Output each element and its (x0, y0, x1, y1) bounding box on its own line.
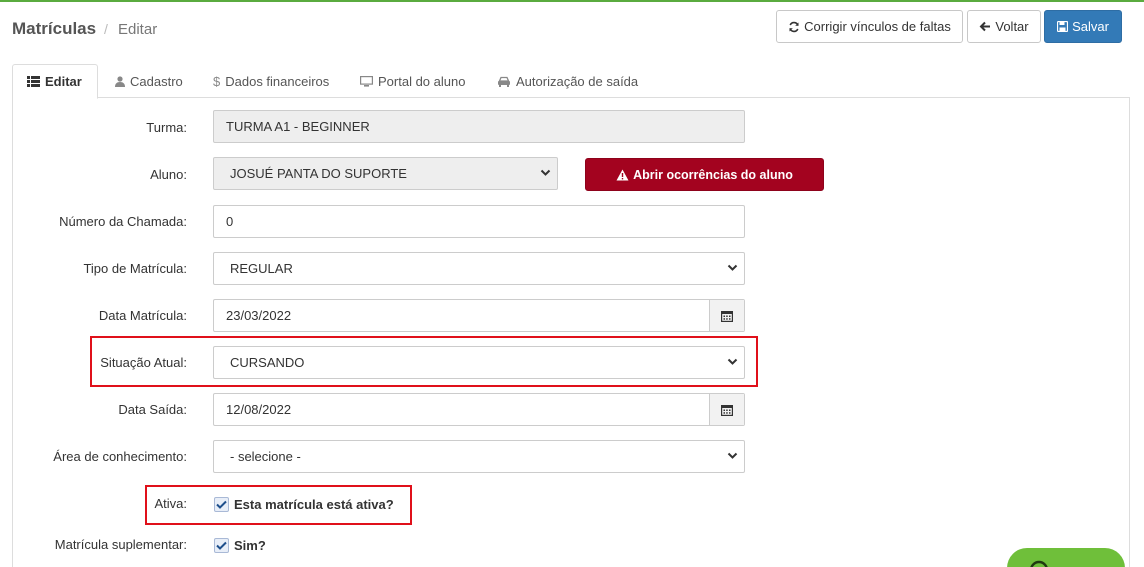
aluno-select[interactable]: JOSUÉ PANTA DO SUPORTE (213, 157, 558, 190)
tab-cadastro-label: Cadastro (130, 73, 183, 89)
chevron-down-icon (727, 264, 738, 271)
arrow-left-icon (979, 21, 991, 32)
page-header: Matrículas / Editar Corrigir vínculos de… (0, 2, 1144, 52)
chat-icon (1030, 560, 1048, 567)
back-button[interactable]: Voltar (967, 10, 1041, 43)
check-icon (216, 541, 227, 550)
tab-cadastro[interactable]: Cadastro (115, 64, 183, 98)
chevron-down-icon (727, 452, 738, 459)
calendar-icon (721, 404, 733, 416)
tab-dados-financeiros-label: Dados financeiros (225, 73, 330, 89)
suplementar-checkbox[interactable] (214, 538, 229, 553)
turma-label: Turma: (146, 120, 187, 135)
aluno-label: Aluno: (150, 167, 187, 182)
data-saida-input[interactable]: 12/08/2022 (213, 393, 745, 426)
data-matricula-input[interactable]: 23/03/2022 (213, 299, 745, 332)
tab-autorizacao-de-saida[interactable]: Autorização de saída (497, 64, 638, 98)
save-label: Salvar (1072, 19, 1109, 34)
tab-editar[interactable]: Editar (12, 64, 98, 99)
tab-dados-financeiros[interactable]: $ Dados financeiros (213, 64, 329, 98)
tipo-matricula-value: REGULAR (230, 261, 293, 276)
situacao-atual-value: CURSANDO (230, 355, 305, 370)
tab-portal-do-aluno-label: Portal do aluno (378, 73, 466, 89)
user-icon (115, 75, 125, 87)
breadcrumb-separator: / (104, 21, 108, 37)
turma-field: TURMA A1 - BEGINNER (213, 110, 745, 143)
numero-chamada-input[interactable]: 0 (213, 205, 745, 238)
aluno-value: JOSUÉ PANTA DO SUPORTE (230, 166, 407, 181)
area-conhecimento-select[interactable]: - selecione - (213, 440, 745, 473)
ativa-label: Ativa: (154, 496, 187, 511)
car-icon (498, 76, 510, 87)
tab-autorizacao-de-saida-label: Autorização de saída (516, 73, 639, 89)
breadcrumb-title[interactable]: Matrículas (12, 19, 96, 39)
tab-editar-label: Editar (45, 74, 82, 89)
suplementar-label: Matrícula suplementar: (54, 537, 187, 552)
situacao-atual-select[interactable]: CURSANDO (213, 346, 745, 379)
suplementar-checkbox-label[interactable]: Sim? (234, 538, 266, 553)
data-matricula-label: Data Matrícula: (98, 308, 187, 323)
calendar-icon (721, 310, 733, 322)
list-icon (27, 76, 40, 87)
breadcrumb-current: Editar (118, 21, 158, 38)
data-matricula-value: 23/03/2022 (226, 308, 292, 323)
ativa-checkbox-label[interactable]: Esta matrícula está ativa? (234, 497, 394, 512)
open-occurrences-button[interactable]: Abrir ocorrências do aluno (585, 158, 824, 191)
area-conhecimento-label: Área de conhecimento: (53, 449, 187, 464)
chevron-down-icon (540, 169, 551, 176)
ativa-checkbox[interactable] (214, 497, 229, 512)
tab-bar: Editar Cadastro $ Dados financeiros Port… (12, 64, 1130, 99)
chevron-down-icon (727, 358, 738, 365)
area-conhecimento-value: - selecione - (230, 449, 301, 464)
help-chat-button[interactable] (1007, 548, 1125, 567)
back-label: Voltar (995, 19, 1029, 34)
fix-absences-label: Corrigir vínculos de faltas (804, 19, 951, 34)
check-icon (216, 500, 227, 509)
open-occurrences-label: Abrir ocorrências do aluno (633, 167, 793, 182)
tab-portal-do-aluno[interactable]: Portal do aluno (360, 64, 465, 98)
save-button[interactable]: Salvar (1044, 10, 1122, 43)
dollar-icon: $ (213, 73, 221, 89)
tipo-matricula-label: Tipo de Matrícula: (83, 261, 187, 276)
refresh-icon (789, 21, 799, 32)
turma-value: TURMA A1 - BEGINNER (226, 119, 370, 134)
data-saida-label: Data Saída: (118, 402, 187, 417)
fix-absences-button[interactable]: Corrigir vínculos de faltas (776, 10, 963, 43)
floppy-disk-icon (1057, 21, 1069, 32)
warning-icon (616, 169, 629, 180)
monitor-icon (360, 75, 373, 87)
numero-chamada-value: 0 (226, 214, 234, 229)
tipo-matricula-select[interactable]: REGULAR (213, 252, 745, 285)
data-saida-value: 12/08/2022 (226, 402, 292, 417)
situacao-atual-label: Situação Atual: (100, 355, 187, 370)
numero-chamada-label: Número da Chamada: (59, 214, 187, 229)
data-saida-calendar-button[interactable] (709, 394, 744, 425)
data-matricula-calendar-button[interactable] (709, 300, 744, 331)
